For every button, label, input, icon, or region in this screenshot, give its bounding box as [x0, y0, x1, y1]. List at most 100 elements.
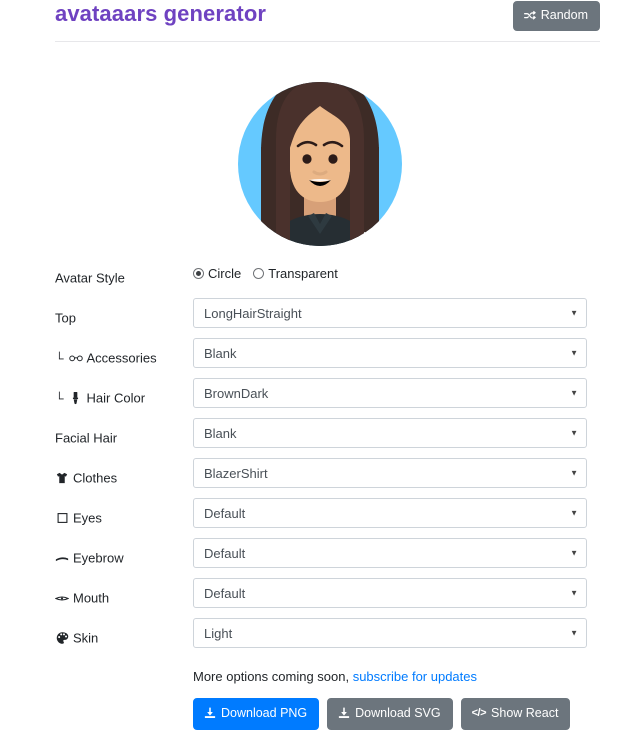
- radio-circle-indicator[interactable]: [193, 267, 204, 279]
- radio-transparent-indicator[interactable]: [253, 267, 265, 279]
- code-icon: </>: [471, 706, 487, 719]
- paint-brush-icon: [69, 391, 83, 405]
- label-avatar-style-text: Avatar Style: [55, 270, 125, 286]
- row-top: Top LongHairStraight ▼: [0, 298, 637, 338]
- subscribe-link[interactable]: subscribe for updates: [353, 669, 477, 684]
- eye-icon: [55, 511, 69, 525]
- radio-transparent[interactable]: Transparent: [253, 266, 338, 281]
- row-eyebrow: Eyebrow Default ▼: [0, 538, 637, 578]
- label-skin: Skin: [55, 631, 98, 646]
- palette-icon: [55, 631, 69, 645]
- show-react-button[interactable]: </> Show React: [460, 698, 571, 730]
- radio-transparent-label: Transparent: [268, 265, 338, 281]
- label-clothes: Clothes: [55, 471, 117, 486]
- row-avatar-style: Avatar Style Circle Transparent: [0, 258, 637, 298]
- avatar-style-radio-group: Circle Transparent: [193, 258, 587, 288]
- row-clothes: Clothes BlazerShirt ▼: [0, 458, 637, 498]
- tree-branch-icon: └: [55, 351, 64, 365]
- row-hair-color: └ Hair Color BrownDark ▼: [0, 378, 637, 418]
- select-eyebrow-value: Default: [204, 545, 246, 561]
- action-button-row: Download PNG Download SVG </> Show React: [193, 698, 571, 730]
- select-hair-color[interactable]: BrownDark ▼: [193, 378, 587, 408]
- control-hair-color: BrownDark ▼: [193, 378, 587, 408]
- select-eyebrow[interactable]: Default ▼: [193, 538, 587, 568]
- select-skin-value: Light: [204, 625, 233, 641]
- select-mouth-value: Default: [204, 585, 246, 601]
- chevron-down-icon: ▼: [570, 348, 578, 358]
- label-hair-color: └ Hair Color: [55, 391, 145, 406]
- select-accessories[interactable]: Blank ▼: [193, 338, 587, 368]
- eyebrow-icon: [55, 551, 69, 565]
- select-top-value: LongHairStraight: [204, 305, 302, 321]
- label-avatar-style: Avatar Style: [55, 271, 125, 286]
- download-icon: [204, 707, 216, 719]
- chevron-down-icon: ▼: [570, 388, 578, 398]
- mouth-icon: [55, 591, 69, 605]
- label-eyes-text: Eyes: [73, 510, 102, 526]
- control-accessories: Blank ▼: [193, 338, 587, 368]
- select-eyes[interactable]: Default ▼: [193, 498, 587, 528]
- random-button-label: Random: [540, 8, 588, 22]
- select-facial-hair-value: Blank: [204, 425, 237, 441]
- chevron-down-icon: ▼: [570, 628, 578, 638]
- row-facial-hair: Facial Hair Blank ▼: [0, 418, 637, 458]
- row-accessories: └ Accessories Blank ▼: [0, 338, 637, 378]
- control-facial-hair: Blank ▼: [193, 418, 587, 448]
- download-png-label: Download PNG: [221, 706, 308, 720]
- tshirt-icon: [55, 471, 69, 485]
- label-eyes: Eyes: [55, 511, 102, 526]
- control-top: LongHairStraight ▼: [193, 298, 587, 328]
- chevron-down-icon: ▼: [570, 428, 578, 438]
- select-hair-color-value: BrownDark: [204, 385, 269, 401]
- label-mouth-text: Mouth: [73, 590, 110, 606]
- chevron-down-icon: ▼: [570, 468, 578, 478]
- select-mouth[interactable]: Default ▼: [193, 578, 587, 608]
- control-eyes: Default ▼: [193, 498, 587, 528]
- label-facial-hair: Facial Hair: [55, 431, 117, 446]
- select-accessories-value: Blank: [204, 345, 237, 361]
- select-eyes-value: Default: [204, 505, 246, 521]
- avatar-preview: [238, 62, 402, 246]
- select-clothes[interactable]: BlazerShirt ▼: [193, 458, 587, 488]
- random-button[interactable]: Random: [512, 1, 600, 31]
- label-skin-text: Skin: [73, 630, 99, 646]
- control-mouth: Default ▼: [193, 578, 587, 608]
- more-options-prefix: More options coming soon,: [193, 669, 353, 684]
- row-skin: Skin Light ▼: [0, 618, 637, 658]
- chevron-down-icon: ▼: [570, 588, 578, 598]
- label-facial-hair-text: Facial Hair: [55, 430, 118, 446]
- label-eyebrow-text: Eyebrow: [73, 550, 124, 566]
- label-hair-color-text: Hair Color: [86, 390, 146, 406]
- select-facial-hair[interactable]: Blank ▼: [193, 418, 587, 448]
- download-svg-button[interactable]: Download SVG: [327, 698, 453, 730]
- control-skin: Light ▼: [193, 618, 587, 648]
- download-svg-label: Download SVG: [355, 706, 441, 720]
- glasses-icon: [68, 351, 83, 365]
- header-divider: [55, 41, 600, 42]
- page-header: avataaars generator Random: [0, 0, 637, 46]
- label-top-text: Top: [55, 310, 76, 326]
- label-accessories-text: Accessories: [86, 350, 157, 366]
- control-eyebrow: Default ▼: [193, 538, 587, 568]
- control-avatar-style: Circle Transparent: [193, 258, 587, 288]
- chevron-down-icon: ▼: [570, 548, 578, 558]
- more-options-text: More options coming soon, subscribe for …: [193, 669, 477, 684]
- row-eyes: Eyes Default ▼: [0, 498, 637, 538]
- options-form: Avatar Style Circle Transparent Top Long…: [0, 258, 637, 658]
- chevron-down-icon: ▼: [570, 308, 578, 318]
- radio-circle-label: Circle: [208, 265, 242, 281]
- label-accessories: └ Accessories: [55, 351, 157, 366]
- label-mouth: Mouth: [55, 591, 109, 606]
- page-title: avataaars generator: [55, 1, 267, 26]
- label-clothes-text: Clothes: [73, 470, 118, 486]
- download-icon: [338, 707, 350, 719]
- select-skin[interactable]: Light ▼: [193, 618, 587, 648]
- download-png-button[interactable]: Download PNG: [193, 698, 320, 730]
- radio-circle[interactable]: Circle: [193, 266, 241, 281]
- label-eyebrow: Eyebrow: [55, 551, 124, 566]
- tree-branch-icon: └: [55, 391, 64, 405]
- shuffle-icon: [523, 9, 536, 21]
- show-react-label: Show React: [491, 706, 559, 720]
- select-top[interactable]: LongHairStraight ▼: [193, 298, 587, 328]
- control-clothes: BlazerShirt ▼: [193, 458, 587, 488]
